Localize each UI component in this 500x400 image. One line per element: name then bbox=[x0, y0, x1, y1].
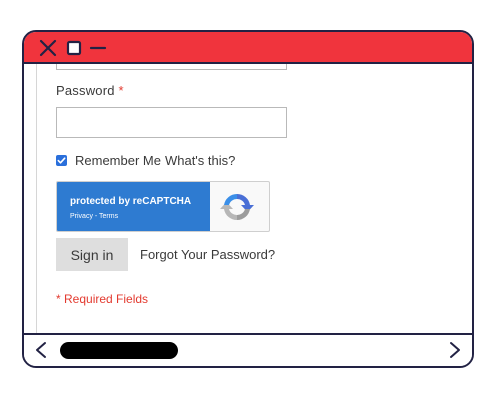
required-marker: * bbox=[118, 83, 124, 98]
close-icon[interactable] bbox=[38, 38, 58, 58]
maximize-icon[interactable] bbox=[64, 38, 84, 58]
content-divider bbox=[36, 64, 37, 335]
chevron-right-icon[interactable] bbox=[448, 341, 462, 359]
whats-this-link[interactable]: What's this? bbox=[165, 153, 235, 168]
checkmark-icon bbox=[57, 156, 66, 164]
chevron-left-icon[interactable] bbox=[34, 341, 48, 359]
recaptcha-protected-text: protected by reCAPTCHA bbox=[70, 196, 192, 207]
recaptcha-privacy-terms[interactable]: Privacy - Terms bbox=[70, 213, 118, 220]
remember-me-label: Remember Me bbox=[75, 152, 161, 168]
remember-me-checkbox[interactable] bbox=[56, 154, 67, 166]
browser-window: Password * Remember Me What's this? prot… bbox=[22, 30, 474, 368]
horizontal-scrollbar[interactable] bbox=[24, 333, 472, 366]
recaptcha-badge[interactable]: protected by reCAPTCHA Privacy - Terms bbox=[56, 181, 270, 232]
password-label-text: Password bbox=[56, 83, 115, 98]
remember-me-row: Remember Me What's this? bbox=[56, 152, 235, 168]
scrollbar-thumb[interactable] bbox=[60, 342, 178, 359]
sign-in-button[interactable]: Sign in bbox=[56, 238, 128, 271]
password-label: Password * bbox=[56, 83, 124, 98]
recaptcha-logo-icon bbox=[219, 191, 255, 223]
required-fields-note: * Required Fields bbox=[56, 292, 149, 306]
username-input[interactable] bbox=[56, 64, 287, 70]
login-form: Password * Remember Me What's this? prot… bbox=[24, 64, 472, 335]
forgot-password-link[interactable]: Forgot Your Password? bbox=[140, 247, 275, 262]
minimize-icon[interactable] bbox=[88, 38, 108, 58]
recaptcha-panel: protected by reCAPTCHA Privacy - Terms bbox=[57, 182, 210, 231]
title-bar bbox=[24, 32, 472, 64]
password-input[interactable] bbox=[56, 107, 287, 138]
